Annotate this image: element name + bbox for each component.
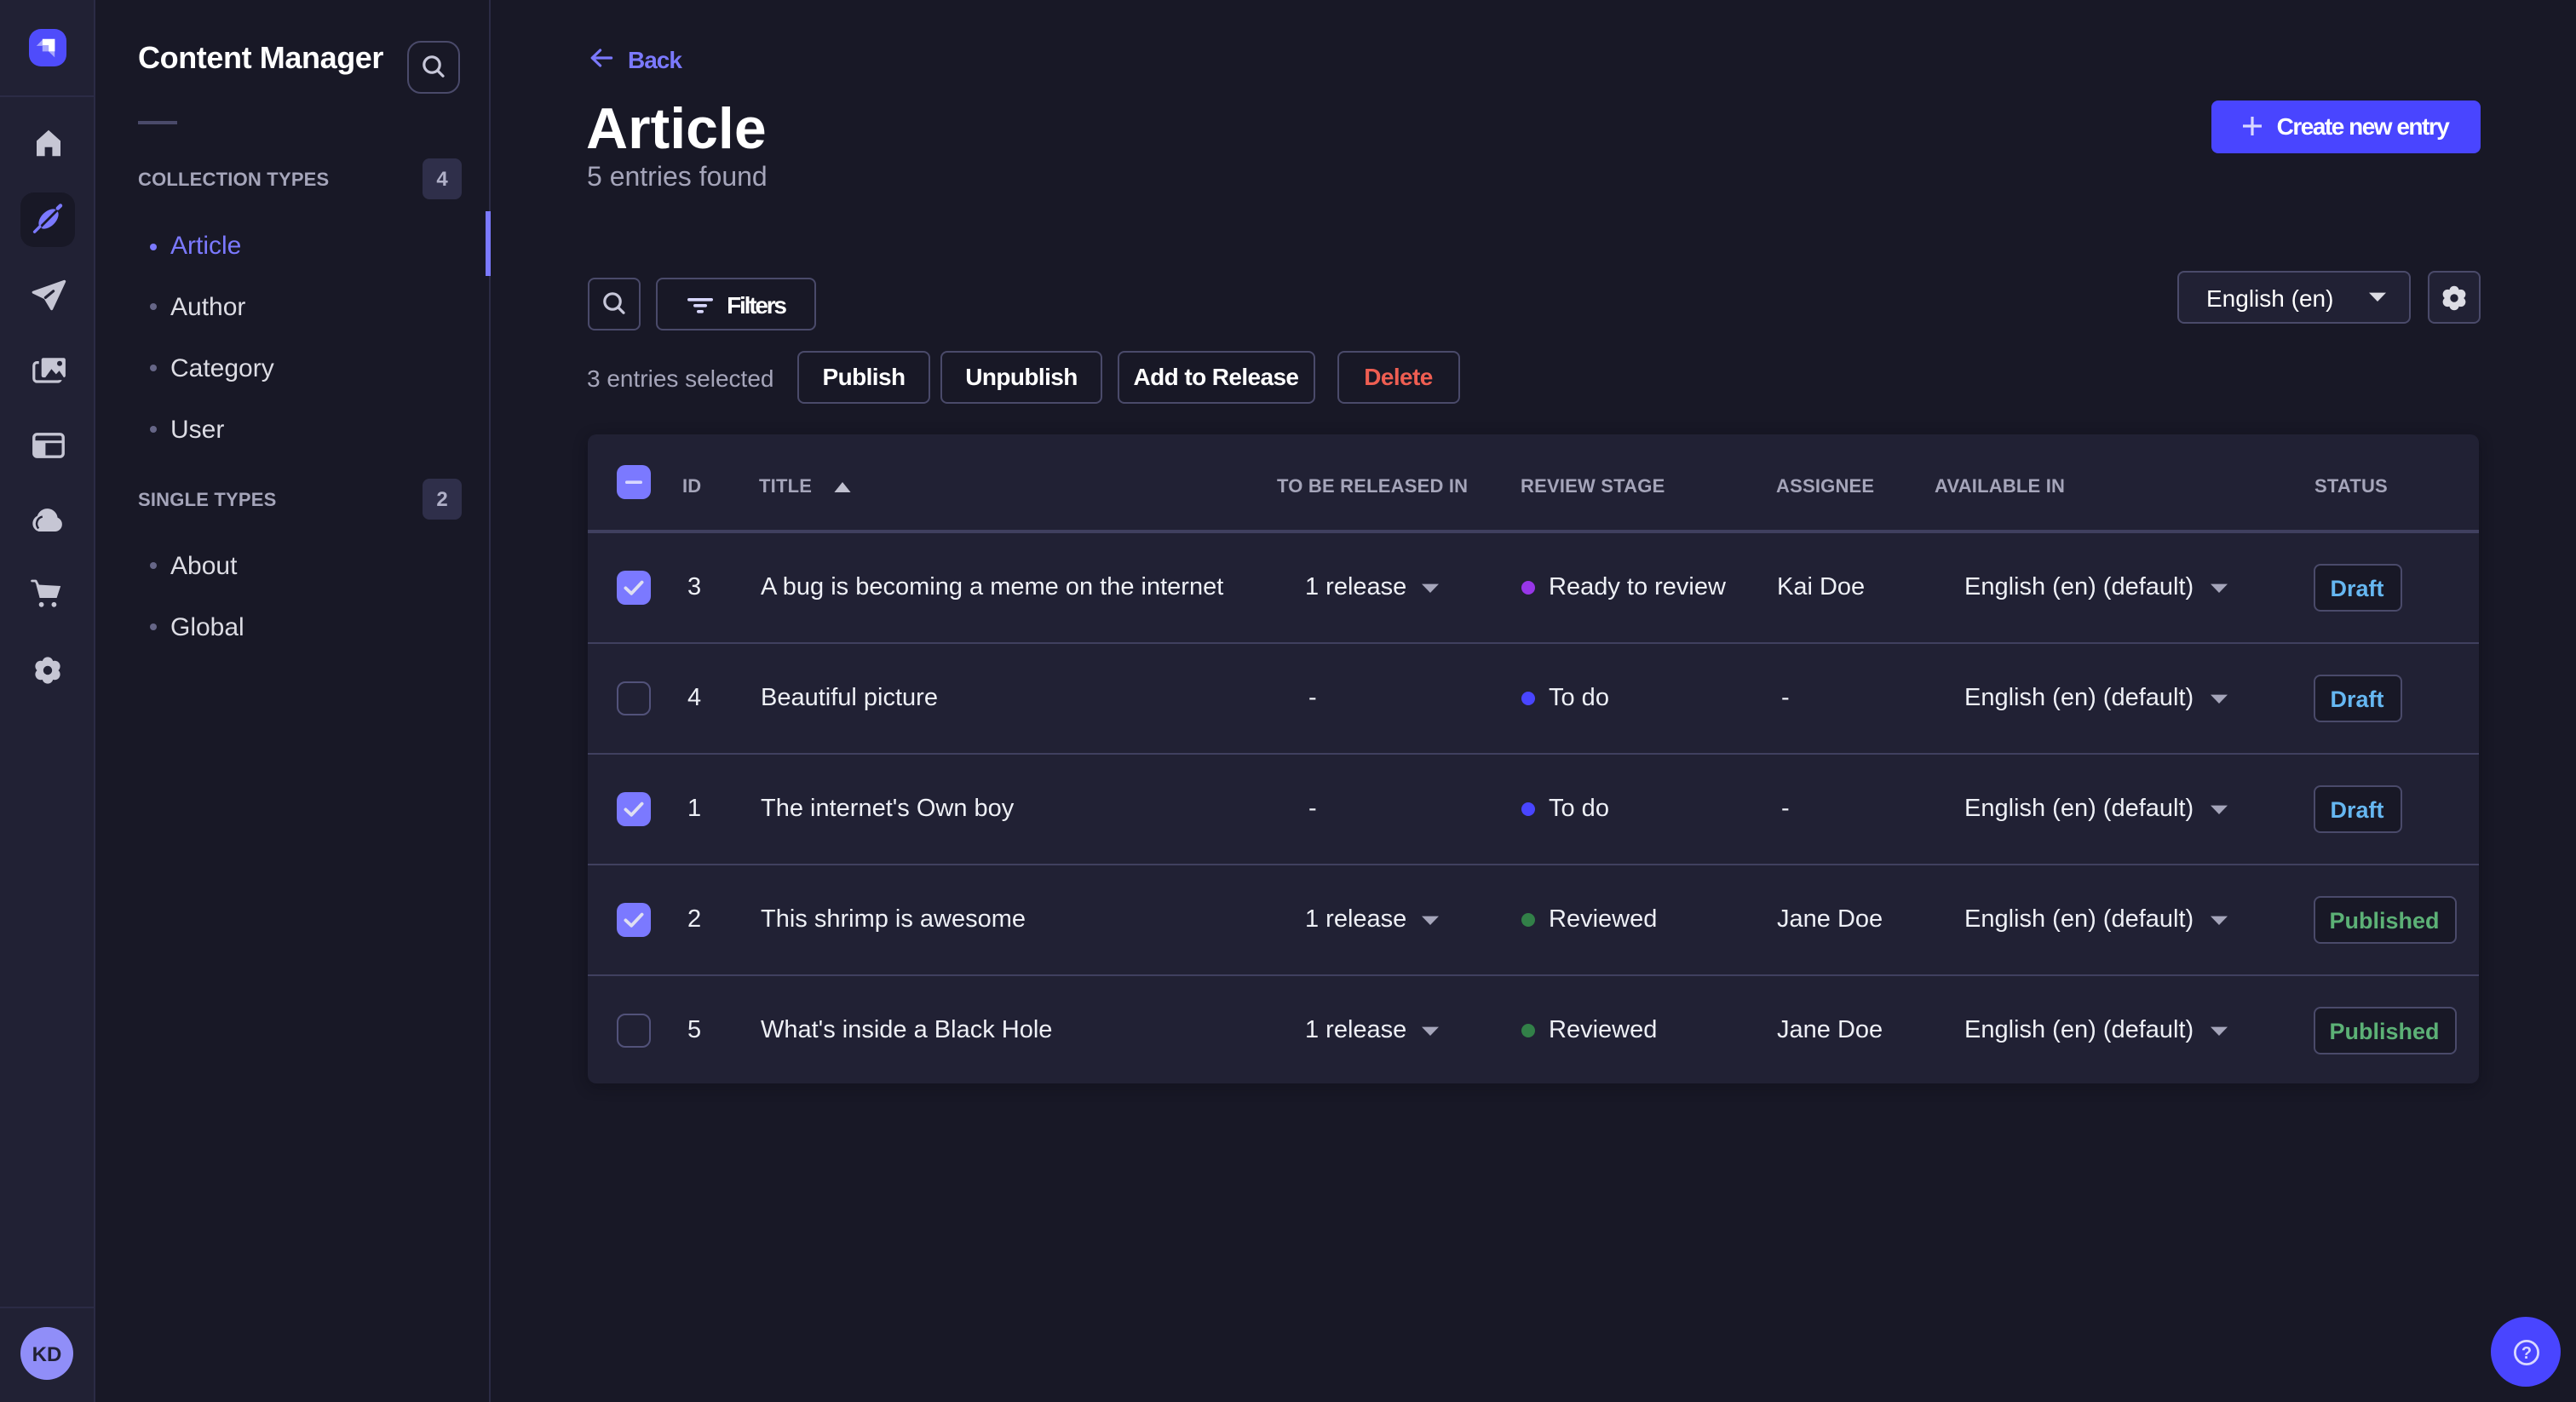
svg-text:?: ?	[2521, 1343, 2531, 1362]
